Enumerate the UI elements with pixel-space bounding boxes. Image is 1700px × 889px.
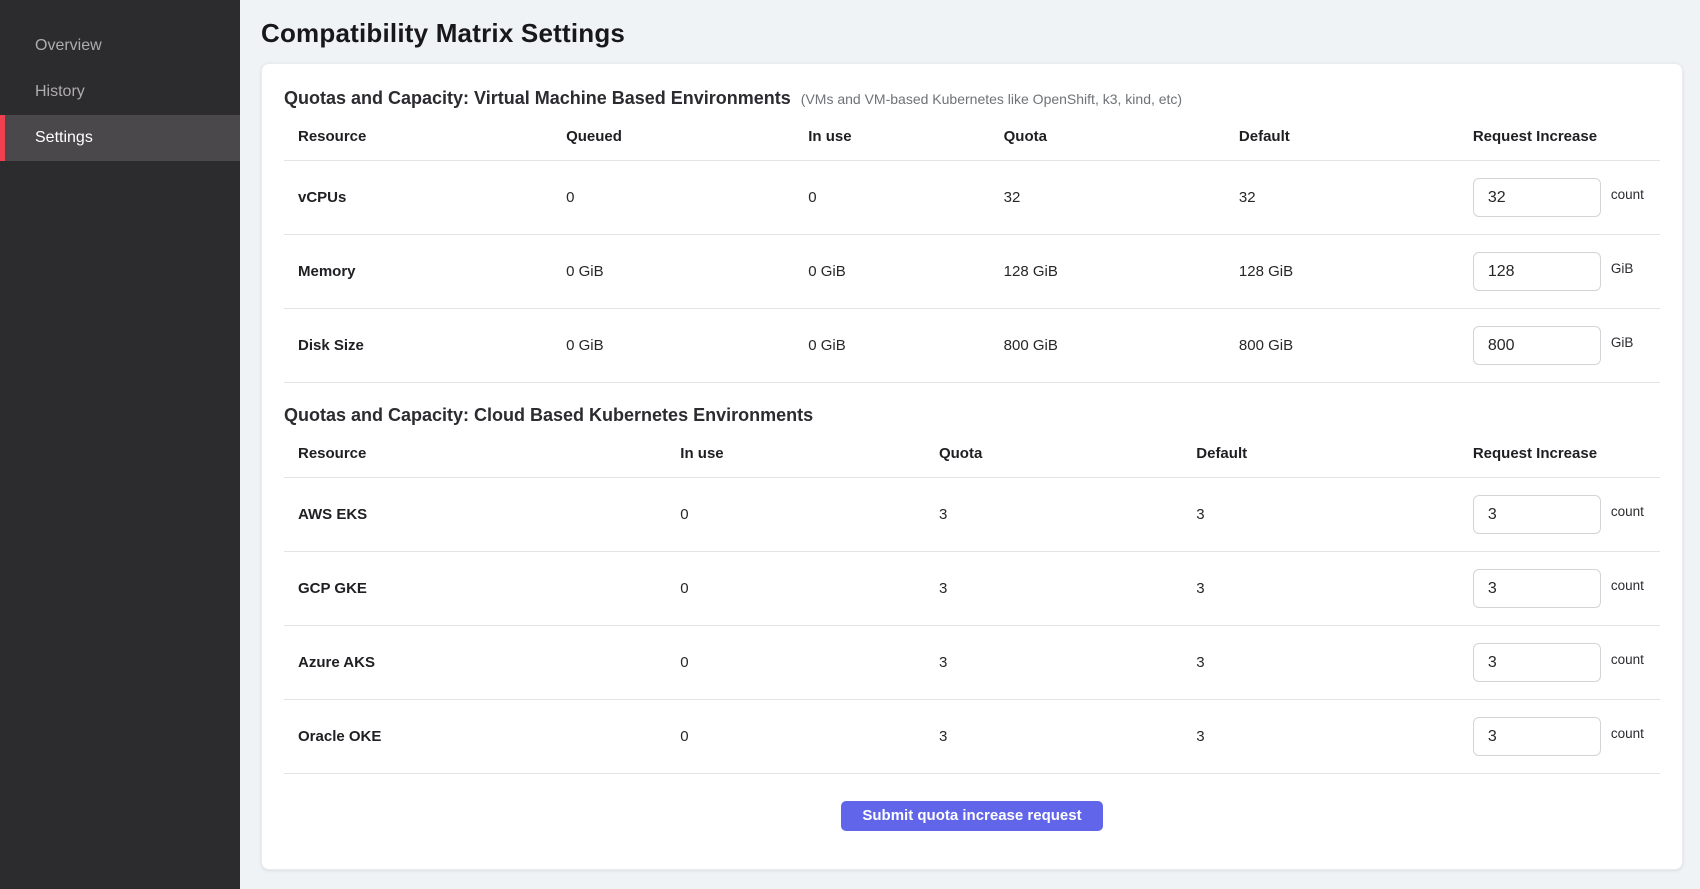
- azure-aks-resource-label: Azure AKS: [284, 654, 680, 671]
- cloud-col-quota: Quota: [939, 445, 1196, 462]
- oracle-oke-request-input[interactable]: [1473, 717, 1601, 756]
- aws-eks-in-use-value: 0: [680, 506, 939, 523]
- azure-aks-default-value: 3: [1196, 654, 1473, 671]
- vcpus-request-cell: count: [1473, 178, 1660, 217]
- oracle-oke-request-cell: count: [1473, 717, 1660, 756]
- cloud-section-heading: Quotas and Capacity: Cloud Based Kuberne…: [284, 405, 1660, 426]
- cloud-col-default: Default: [1196, 445, 1473, 462]
- cloud-col-request-increase: Request Increase: [1473, 445, 1660, 462]
- cloud-table-header-row: Resource In use Quota Default Request In…: [284, 430, 1660, 478]
- gcp-gke-quota-value: 3: [939, 580, 1196, 597]
- sidebar-item-history-label: History: [35, 83, 85, 101]
- vcpus-in-use-value: 0: [808, 189, 1003, 206]
- sidebar-item-overview[interactable]: Overview: [0, 23, 240, 69]
- aws-eks-request-input[interactable]: [1473, 495, 1601, 534]
- card-footer: Submit quota increase request: [284, 773, 1660, 831]
- vm-section-title: Quotas and Capacity: Virtual Machine Bas…: [284, 88, 791, 109]
- memory-resource-label: Memory: [284, 263, 566, 280]
- main-content: Compatibility Matrix Settings Quotas and…: [240, 0, 1700, 889]
- sidebar-item-settings[interactable]: Settings: [0, 115, 240, 161]
- cloud-col-in-use: In use: [680, 445, 939, 462]
- vm-section-subtitle: (VMs and VM-based Kubernetes like OpenSh…: [801, 91, 1182, 107]
- submit-quota-increase-button[interactable]: Submit quota increase request: [841, 801, 1102, 831]
- azure-aks-unit-label: count: [1611, 652, 1644, 667]
- vm-table-header-row: Resource Queued In use Quota Default Req…: [284, 113, 1660, 161]
- table-row-oracle-oke: Oracle OKE 0 3 3 count: [284, 700, 1660, 774]
- disk-size-unit-label: GiB: [1611, 335, 1634, 350]
- gcp-gke-resource-label: GCP GKE: [284, 580, 680, 597]
- memory-default-value: 128 GiB: [1239, 263, 1473, 280]
- gcp-gke-default-value: 3: [1196, 580, 1473, 597]
- cloud-section-title: Quotas and Capacity: Cloud Based Kuberne…: [284, 405, 813, 426]
- vcpus-queued-value: 0: [566, 189, 808, 206]
- aws-eks-resource-label: AWS EKS: [284, 506, 680, 523]
- oracle-oke-unit-label: count: [1611, 726, 1644, 741]
- disk-size-request-cell: GiB: [1473, 326, 1660, 365]
- sidebar: Overview History Settings: [0, 0, 240, 889]
- oracle-oke-in-use-value: 0: [680, 728, 939, 745]
- azure-aks-quota-value: 3: [939, 654, 1196, 671]
- vm-section-heading: Quotas and Capacity: Virtual Machine Bas…: [284, 88, 1660, 109]
- vcpus-quota-value: 32: [1004, 189, 1239, 206]
- vm-col-request-increase: Request Increase: [1473, 128, 1660, 145]
- oracle-oke-default-value: 3: [1196, 728, 1473, 745]
- disk-size-request-input[interactable]: [1473, 326, 1601, 365]
- aws-eks-unit-label: count: [1611, 504, 1644, 519]
- table-row-vcpus: vCPUs 0 0 32 32 count: [284, 161, 1660, 235]
- vcpus-request-input[interactable]: [1473, 178, 1601, 217]
- table-row-disk-size: Disk Size 0 GiB 0 GiB 800 GiB 800 GiB Gi…: [284, 309, 1660, 383]
- table-row-azure-aks: Azure AKS 0 3 3 count: [284, 626, 1660, 700]
- vm-col-quota: Quota: [1004, 128, 1239, 145]
- azure-aks-in-use-value: 0: [680, 654, 939, 671]
- memory-unit-label: GiB: [1611, 261, 1634, 276]
- memory-request-input[interactable]: [1473, 252, 1601, 291]
- sidebar-item-settings-label: Settings: [35, 129, 93, 147]
- memory-request-cell: GiB: [1473, 252, 1660, 291]
- cloud-col-resource: Resource: [284, 445, 680, 462]
- memory-in-use-value: 0 GiB: [808, 263, 1003, 280]
- aws-eks-default-value: 3: [1196, 506, 1473, 523]
- oracle-oke-quota-value: 3: [939, 728, 1196, 745]
- table-row-aws-eks: AWS EKS 0 3 3 count: [284, 478, 1660, 552]
- disk-size-resource-label: Disk Size: [284, 337, 566, 354]
- disk-size-default-value: 800 GiB: [1239, 337, 1473, 354]
- vcpus-default-value: 32: [1239, 189, 1473, 206]
- aws-eks-quota-value: 3: [939, 506, 1196, 523]
- disk-size-quota-value: 800 GiB: [1004, 337, 1239, 354]
- disk-size-in-use-value: 0 GiB: [808, 337, 1003, 354]
- oracle-oke-resource-label: Oracle OKE: [284, 728, 680, 745]
- memory-quota-value: 128 GiB: [1004, 263, 1239, 280]
- gcp-gke-unit-label: count: [1611, 578, 1644, 593]
- gcp-gke-request-cell: count: [1473, 569, 1660, 608]
- azure-aks-request-cell: count: [1473, 643, 1660, 682]
- table-row-memory: Memory 0 GiB 0 GiB 128 GiB 128 GiB GiB: [284, 235, 1660, 309]
- quota-settings-card: Quotas and Capacity: Virtual Machine Bas…: [261, 63, 1683, 870]
- page-title: Compatibility Matrix Settings: [261, 18, 1683, 49]
- vm-col-queued: Queued: [566, 128, 808, 145]
- vcpus-resource-label: vCPUs: [284, 189, 566, 206]
- azure-aks-request-input[interactable]: [1473, 643, 1601, 682]
- vcpus-unit-label: count: [1611, 187, 1644, 202]
- table-row-gcp-gke: GCP GKE 0 3 3 count: [284, 552, 1660, 626]
- sidebar-item-history[interactable]: History: [0, 69, 240, 115]
- aws-eks-request-cell: count: [1473, 495, 1660, 534]
- vm-col-default: Default: [1239, 128, 1473, 145]
- cloud-quota-table: Resource In use Quota Default Request In…: [284, 430, 1660, 774]
- sidebar-item-overview-label: Overview: [35, 37, 102, 55]
- vm-col-resource: Resource: [284, 128, 566, 145]
- memory-queued-value: 0 GiB: [566, 263, 808, 280]
- gcp-gke-request-input[interactable]: [1473, 569, 1601, 608]
- disk-size-queued-value: 0 GiB: [566, 337, 808, 354]
- gcp-gke-in-use-value: 0: [680, 580, 939, 597]
- vm-col-in-use: In use: [808, 128, 1003, 145]
- vm-quota-table: Resource Queued In use Quota Default Req…: [284, 113, 1660, 383]
